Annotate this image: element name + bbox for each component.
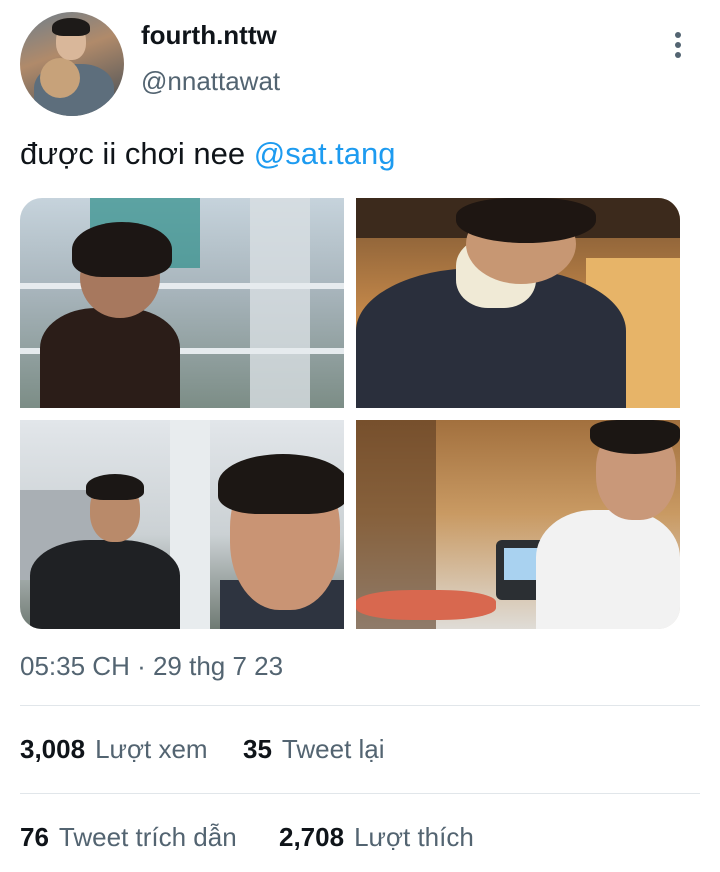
photo-2[interactable] <box>356 198 680 408</box>
photo-3[interactable] <box>20 420 344 629</box>
more-options-icon[interactable] <box>668 32 688 62</box>
likes-count: 2,708 <box>279 822 345 852</box>
tweet-detail: fourth.nttw @nnattawat được ii chơi nee … <box>0 0 720 872</box>
tweet-body-text: được ii chơi nee <box>20 136 254 171</box>
avatar[interactable] <box>20 12 124 116</box>
media-grid <box>20 198 680 629</box>
quotes-label: Tweet trích dẫn <box>58 822 237 852</box>
mention-link[interactable]: @sat.tang <box>254 136 396 171</box>
tweet-text: được ii chơi nee @sat.tang <box>20 136 396 172</box>
quotes-count: 76 <box>20 822 49 852</box>
divider <box>20 705 700 706</box>
likes-label: Lượt thích <box>354 822 474 852</box>
author-handle[interactable]: @nnattawat <box>141 66 280 97</box>
stat-retweets[interactable]: 35 Tweet lại <box>243 734 385 765</box>
views-count: 3,008 <box>20 734 86 764</box>
photo-4[interactable] <box>356 420 680 629</box>
divider <box>20 793 700 794</box>
stat-views: 3,008 Lượt xem <box>20 734 208 765</box>
retweets-label: Tweet lại <box>281 734 385 764</box>
retweets-count: 35 <box>243 734 272 764</box>
stat-quote-tweets[interactable]: 76 Tweet trích dẫn <box>20 822 237 853</box>
views-label: Lượt xem <box>95 734 208 764</box>
photo-1[interactable] <box>20 198 344 408</box>
tweet-timestamp[interactable]: 05:35 CH · 29 thg 7 23 <box>20 651 283 682</box>
stat-likes[interactable]: 2,708 Lượt thích <box>279 822 474 853</box>
author-display-name[interactable]: fourth.nttw <box>141 20 277 51</box>
